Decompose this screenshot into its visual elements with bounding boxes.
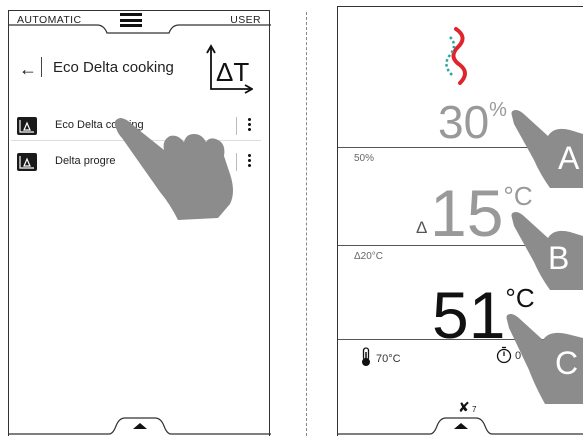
more-options-icon[interactable] [245, 152, 253, 172]
delta-t-icon: ΔT [206, 44, 253, 94]
list-item-label: Delta progre [55, 155, 116, 167]
page-title: Eco Delta cooking [53, 59, 174, 76]
header-separator [41, 57, 42, 77]
mode-user-label[interactable]: USER [230, 14, 261, 26]
left-screen: AUTOMATIC USER ← Eco Delta cooking ΔT Ec… [8, 10, 271, 436]
panel-divider [306, 12, 307, 436]
delta-t-icon [17, 117, 37, 135]
probe-setpoint: 70°C [376, 353, 401, 365]
callout-b-label: B [548, 240, 570, 276]
pointing-hand-b-icon [511, 212, 583, 290]
humidity-setpoint: 50% [354, 153, 375, 164]
humidity-unit: % [489, 99, 507, 121]
bottom-drawer-tab[interactable] [9, 414, 271, 436]
brand-logo-icon [445, 27, 467, 85]
callout-c-label: C [555, 345, 579, 381]
core-temperature-number: 51 [432, 278, 506, 352]
delta-t-icon [17, 153, 37, 171]
delta-t-icon-text: ΔT [216, 57, 249, 87]
fan-level: 7 [472, 405, 477, 414]
back-arrow-icon[interactable]: ← [19, 59, 37, 80]
delta-symbol: Δ [416, 218, 428, 237]
humidity-number: 30 [438, 96, 490, 148]
more-options-icon[interactable] [245, 116, 253, 136]
mode-automatic-label[interactable]: AUTOMATIC [17, 14, 81, 26]
callout-a-label: A [558, 140, 580, 176]
delta-temperature-setpoint: Δ20°C [354, 251, 384, 262]
top-bar: AUTOMATIC USER [9, 11, 271, 37]
delta-temperature-number: 15 [430, 176, 504, 250]
hamburger-menu-icon[interactable] [120, 13, 142, 27]
humidity-value[interactable]: 30% [438, 95, 507, 149]
page-header: ← Eco Delta cooking ΔT [19, 44, 264, 99]
core-probe-thermometer-icon [362, 347, 370, 366]
pointing-hand-icon [114, 118, 233, 220]
bottom-drawer-tab[interactable] [338, 414, 583, 436]
